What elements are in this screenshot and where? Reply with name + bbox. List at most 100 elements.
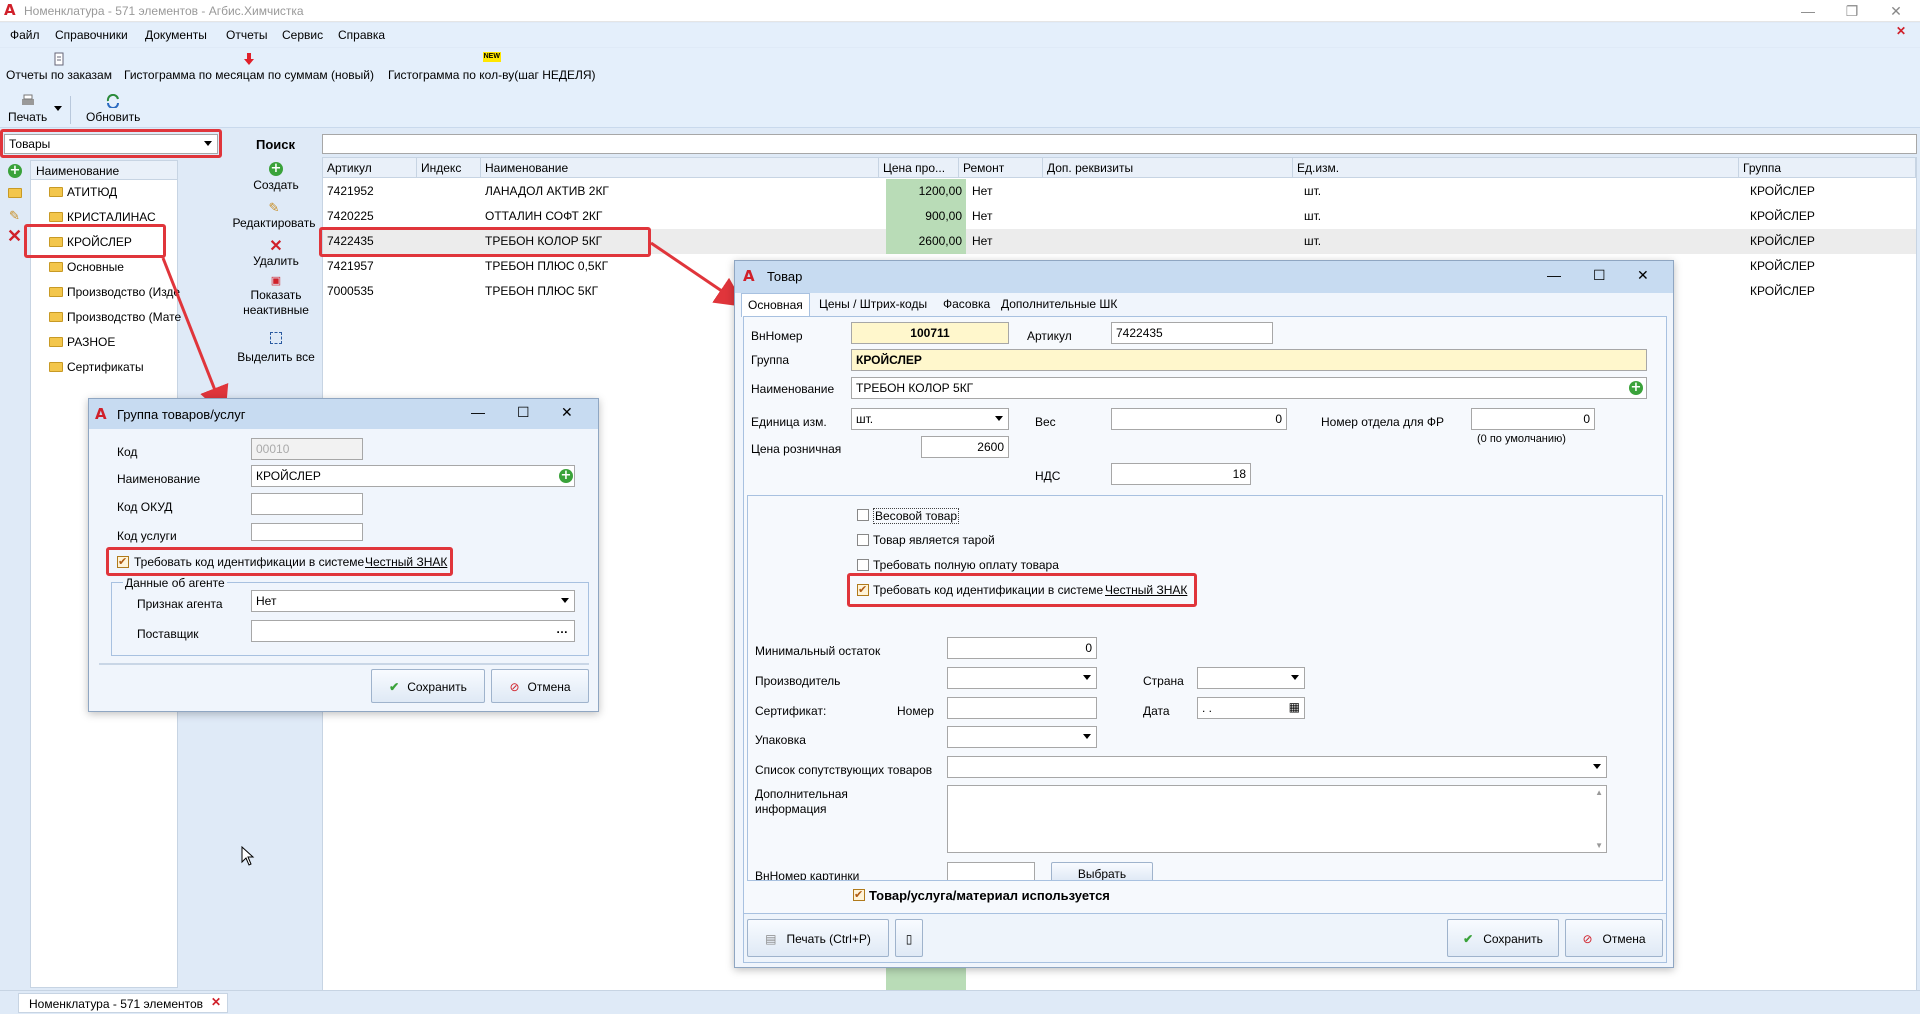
- producer-label: Производитель: [755, 674, 841, 688]
- chevron-down-icon: [1083, 734, 1091, 739]
- highlight-box: [847, 573, 1197, 607]
- service-code-field[interactable]: [251, 523, 363, 541]
- divider: [99, 663, 589, 665]
- price-label: Цена розничная: [751, 442, 842, 456]
- group-dialog-titlebar: A Группа товаров/услуг — ☐ ✕: [89, 399, 598, 429]
- vat-label: НДС: [1035, 469, 1061, 483]
- device-icon: ▯: [905, 932, 913, 946]
- article-label: Артикул: [1027, 329, 1072, 343]
- check-icon: ✔: [389, 680, 400, 694]
- cert-number-field[interactable]: [947, 697, 1097, 719]
- cert-date-field[interactable]: . . ▦: [1197, 697, 1305, 719]
- app-logo-icon: A: [95, 405, 107, 423]
- document-tab[interactable]: Номенклатура - 571 элементов ✕: [18, 993, 228, 1013]
- group-label: Группа: [751, 353, 790, 367]
- full-pay-checkbox[interactable]: [857, 559, 869, 571]
- maximize-button[interactable]: ☐: [1593, 267, 1606, 284]
- agent-group-label: Данные об агенте: [123, 576, 227, 590]
- calendar-icon[interactable]: ▦: [1289, 700, 1300, 714]
- choose-button[interactable]: Выбрать: [1051, 862, 1153, 882]
- innum-field: 100711: [851, 322, 1009, 344]
- tare-label: Товар является тарой: [873, 533, 995, 547]
- close-dialog-button[interactable]: ✕: [561, 404, 573, 421]
- scroll-down-icon[interactable]: ▼: [1595, 841, 1603, 850]
- status-bar: Номенклатура - 571 элементов ✕: [0, 990, 1920, 1014]
- product-dialog: A Товар — ☐ ✕ Основная Цены / Штрих-коды…: [734, 260, 1674, 968]
- code-field: 00010: [251, 438, 363, 460]
- service-code-label: Код услуги: [117, 529, 177, 543]
- chevron-down-icon: [1083, 675, 1091, 680]
- minimize-button[interactable]: —: [1547, 267, 1561, 283]
- tare-checkbox[interactable]: [857, 534, 869, 546]
- supplier-field[interactable]: …: [251, 620, 575, 642]
- vat-field[interactable]: 18: [1111, 463, 1251, 485]
- scroll-up-icon[interactable]: ▲: [1595, 788, 1603, 797]
- related-label: Список сопутствующих товаров: [755, 763, 933, 777]
- device-button[interactable]: ▯: [895, 919, 923, 957]
- print-button[interactable]: ▤ Печать (Ctrl+P): [747, 919, 889, 957]
- supplier-label: Поставщик: [137, 627, 199, 641]
- add-icon[interactable]: +: [559, 469, 573, 483]
- used-checkbox[interactable]: [853, 888, 865, 901]
- unit-select[interactable]: шт.: [851, 408, 1009, 430]
- minimize-button[interactable]: —: [471, 404, 485, 420]
- tab-packing[interactable]: Фасовка: [937, 293, 996, 315]
- cert-number-label: Номер: [897, 704, 934, 718]
- okud-field[interactable]: [251, 493, 363, 515]
- country-label: Страна: [1143, 674, 1184, 688]
- chevron-down-icon: [995, 416, 1003, 421]
- highlight-box: [106, 547, 453, 576]
- tab-main[interactable]: Основная: [741, 293, 810, 317]
- tab-extra-barcodes[interactable]: Дополнительные ШК: [995, 293, 1123, 315]
- more-icon[interactable]: …: [556, 622, 568, 636]
- save-button[interactable]: ✔ Сохранить: [1447, 919, 1559, 957]
- weighted-label: Весовой товар: [873, 508, 960, 524]
- code-label: Код: [117, 445, 138, 459]
- group-dialog: A Группа товаров/услуг — ☐ ✕ Код 00010 Н…: [88, 398, 599, 712]
- price-field[interactable]: 2600: [921, 436, 1009, 458]
- pic-field[interactable]: [947, 862, 1035, 882]
- addinfo-textarea[interactable]: ▲ ▼: [947, 785, 1607, 853]
- okud-label: Код ОКУД: [117, 500, 173, 514]
- cancel-button[interactable]: ⊘ Отмена: [1565, 919, 1663, 957]
- close-tab-icon[interactable]: ✕: [211, 995, 221, 1009]
- cancel-button[interactable]: ⊘ Отмена: [491, 669, 589, 703]
- related-select[interactable]: [947, 756, 1607, 778]
- used-label: Товар/услуга/материал используется: [869, 888, 1110, 903]
- product-dialog-titlebar: A Товар — ☐ ✕: [735, 261, 1673, 293]
- name-label: Наименование: [751, 382, 835, 396]
- cert-date-label: Дата: [1143, 704, 1170, 718]
- add-icon[interactable]: +: [1629, 381, 1643, 395]
- pack-select[interactable]: [947, 726, 1097, 748]
- mouse-cursor-icon: [241, 846, 255, 866]
- min-rest-field[interactable]: 0: [947, 637, 1097, 659]
- tab-prices[interactable]: Цены / Штрих-коды: [813, 293, 933, 315]
- pack-label: Упаковка: [755, 733, 806, 747]
- weighted-checkbox[interactable]: [857, 509, 869, 521]
- dept-hint: (0 по умолчанию): [1477, 433, 1566, 445]
- cancel-icon: ⊘: [1582, 932, 1593, 946]
- agent-sign-label: Признак агента: [137, 597, 223, 611]
- group-field[interactable]: КРОЙСЛЕР: [851, 349, 1647, 371]
- cancel-icon: ⊘: [509, 680, 520, 694]
- maximize-button[interactable]: ☐: [517, 404, 530, 421]
- min-rest-label: Минимальный остаток: [755, 644, 881, 658]
- product-tabs: Основная Цены / Штрих-коды Фасовка Допол…: [741, 293, 1667, 317]
- app-logo-icon: A: [743, 267, 755, 285]
- dept-field[interactable]: 0: [1471, 408, 1595, 430]
- name-label: Наименование: [117, 472, 201, 486]
- save-button[interactable]: ✔ Сохранить: [371, 669, 485, 703]
- printer-icon: ▤: [765, 932, 777, 946]
- close-dialog-button[interactable]: ✕: [1637, 267, 1649, 284]
- weight-label: Вес: [1035, 415, 1056, 429]
- full-pay-label: Требовать полную оплату товара: [873, 558, 1059, 572]
- addinfo-label: Дополнительная информация: [755, 787, 848, 816]
- agent-sign-select[interactable]: Нет: [251, 590, 575, 612]
- name-field[interactable]: ТРЕБОН КОЛОР 5КГ: [851, 377, 1647, 399]
- name-field[interactable]: КРОЙСЛЕР: [251, 465, 575, 487]
- producer-select[interactable]: [947, 667, 1097, 689]
- article-field[interactable]: 7422435: [1111, 322, 1273, 344]
- weight-field[interactable]: 0: [1111, 408, 1287, 430]
- country-select[interactable]: [1197, 667, 1305, 689]
- chevron-down-icon: [561, 598, 569, 603]
